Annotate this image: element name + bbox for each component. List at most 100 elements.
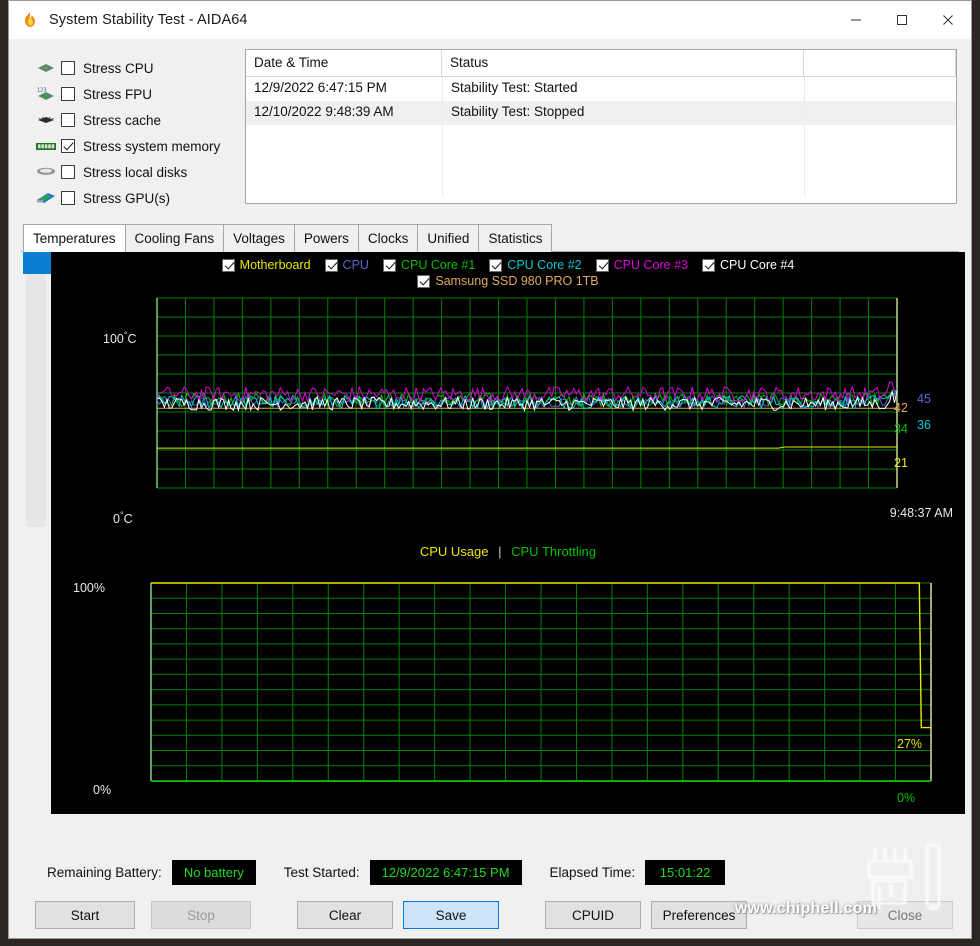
temp-value-ssd: 42 (894, 401, 908, 415)
tab-powers[interactable]: Powers (293, 224, 359, 252)
legend-checkbox-cpu-core-1[interactable] (382, 258, 396, 272)
tab-unified[interactable]: Unified (417, 224, 480, 252)
log-row-spacer (804, 101, 956, 125)
legend-label-samsung-ssd: Samsung SSD 980 PRO 1TB (435, 274, 599, 288)
temp-value-core2: 36 (917, 418, 931, 432)
table-row[interactable] (246, 173, 956, 197)
legend-item-cpu-core-1[interactable]: CPU Core #1 (382, 258, 476, 272)
usage-legend-label[interactable]: CPU Usage (420, 544, 489, 559)
log-row-datetime (246, 149, 442, 173)
save-button[interactable]: Save (403, 901, 499, 929)
maximize-button[interactable] (879, 1, 925, 39)
stress-option-cpu[interactable]: Stress CPU (35, 55, 239, 81)
stress-memory-label: Stress system memory (83, 138, 221, 154)
legend-label-cpu-core-2: CPU Core #2 (507, 258, 582, 272)
stress-memory-checkbox[interactable] (61, 139, 75, 153)
memory-module-icon (35, 139, 61, 153)
scrollbar-thumb[interactable] (23, 252, 51, 274)
log-row-spacer (804, 149, 956, 173)
stress-option-cache[interactable]: Stress cache (35, 107, 239, 133)
temp-y-axis-bottom-label: 0°C (113, 510, 133, 527)
legend-checkbox-samsung-ssd[interactable] (417, 274, 431, 288)
log-row-status: Stability Test: Stopped (442, 101, 804, 125)
usage-y-axis-bottom-label: 0% (93, 783, 112, 797)
flame-icon (21, 11, 39, 29)
stress-cpu-checkbox[interactable] (61, 61, 75, 75)
log-row-datetime: 12/9/2022 6:47:15 PM (254, 80, 387, 95)
throttling-legend-label[interactable]: CPU Throttling (511, 544, 596, 559)
title-bar: System Stability Test - AIDA64 (9, 1, 971, 39)
stress-cache-checkbox[interactable] (61, 113, 75, 127)
chiphell-watermark: www.chiphell.com (734, 900, 877, 917)
log-row-datetime: 12/10/2022 9:48:39 AM (254, 104, 394, 119)
table-row[interactable] (246, 149, 956, 173)
log-col-datetime[interactable]: Date & Time (246, 50, 442, 77)
stop-button: Stop (151, 901, 251, 929)
stress-option-memory[interactable]: Stress system memory (35, 133, 239, 159)
legend-item-cpu-core-2[interactable]: CPU Core #2 (489, 258, 582, 272)
tab-clocks[interactable]: Clocks (357, 224, 419, 252)
usage-value-throttling: 0% (897, 791, 916, 805)
stress-cache-label: Stress cache (83, 112, 162, 128)
legend-checkbox-cpu[interactable] (324, 258, 338, 272)
legend-item-cpu-core-4[interactable]: CPU Core #4 (701, 258, 795, 272)
tab-voltages[interactable]: Voltages (223, 224, 295, 252)
log-row-spacer (804, 77, 956, 101)
log-col-status[interactable]: Status (442, 50, 804, 77)
legend-label-cpu-core-1: CPU Core #1 (400, 258, 476, 272)
legend-item-motherboard[interactable]: Motherboard (221, 258, 311, 272)
tab-cooling-fans[interactable]: Cooling Fans (124, 224, 225, 252)
cache-chip-icon (35, 113, 61, 127)
vertical-scrollbar[interactable] (23, 252, 51, 528)
temperature-plot-area: 100°°CC 0°C 42 45 34 36 (51, 288, 965, 538)
status-bar: Remaining Battery: No battery Test Start… (21, 852, 959, 892)
cpuid-button[interactable]: CPUID (545, 901, 641, 929)
log-row-datetime (246, 173, 442, 197)
battery-value: No battery (171, 859, 256, 885)
legend-checkbox-cpu-core-2[interactable] (489, 258, 503, 272)
minimize-button[interactable] (833, 1, 879, 39)
usage-plot-area: 100% 0% 27% 0% (51, 559, 965, 807)
usage-y-axis-top-label: 100% (73, 581, 105, 595)
log-row-datetime (246, 125, 442, 149)
stress-option-disks[interactable]: Stress local disks (35, 159, 239, 185)
stress-fpu-checkbox[interactable] (61, 87, 75, 101)
legend-checkbox-motherboard[interactable] (221, 258, 235, 272)
legend-item-cpu[interactable]: CPU (324, 258, 369, 272)
legend-item-samsung-ssd[interactable]: Samsung SSD 980 PRO 1TB (417, 274, 599, 288)
stress-option-fpu[interactable]: 123 Stress FPU (35, 81, 239, 107)
table-row[interactable] (246, 125, 956, 149)
temp-y-axis-top-label: 100°°CC (103, 330, 137, 347)
temperature-plot-svg (51, 288, 965, 538)
legend-checkbox-cpu-core-4[interactable] (701, 258, 715, 272)
clear-button[interactable]: Clear (297, 901, 393, 929)
close-button[interactable]: Close (857, 901, 953, 929)
start-button[interactable]: Start (35, 901, 135, 929)
chart-scroll-column (21, 252, 51, 848)
charts-panel: Motherboard CPU CPU Core #1 CPU Core #2 … (21, 252, 965, 848)
stress-fpu-label: Stress FPU (83, 86, 153, 102)
log-row-status (442, 173, 804, 197)
preferences-button[interactable]: Preferences (651, 901, 747, 929)
test-started-label: Test Started: (283, 864, 360, 880)
tab-statistics[interactable]: Statistics (478, 224, 553, 252)
stress-disks-checkbox[interactable] (61, 165, 75, 179)
table-row[interactable]: 12/10/2022 9:48:39 AM Stability Test: St… (246, 101, 956, 125)
status-log-table[interactable]: Date & Time Status 12/9/2022 6:47:15 PM … (245, 49, 957, 204)
battery-label: Remaining Battery: (47, 864, 162, 880)
tab-temperatures[interactable]: Temperatures (23, 224, 126, 252)
tab-bar: Temperatures Cooling Fans Voltages Power… (21, 223, 959, 252)
window-title: System Stability Test - AIDA64 (49, 12, 248, 28)
stress-option-gpu[interactable]: Stress GPU(s) (35, 185, 239, 211)
temperature-legend-row-2: Samsung SSD 980 PRO 1TB (51, 272, 965, 288)
legend-item-cpu-core-3[interactable]: CPU Core #3 (595, 258, 688, 272)
legend-label-cpu: CPU (342, 258, 369, 272)
close-window-button[interactable] (925, 1, 971, 39)
legend-label-cpu-core-4: CPU Core #4 (719, 258, 795, 272)
stress-gpu-checkbox[interactable] (61, 191, 75, 205)
cpu-usage-chart: CPU Usage | CPU Throttling 100% 0% 27% 0… (51, 536, 965, 814)
legend-checkbox-cpu-core-3[interactable] (595, 258, 609, 272)
table-row[interactable]: 12/9/2022 6:47:15 PM Stability Test: Sta… (246, 77, 956, 101)
stress-options-list: Stress CPU 123 Stress FPU Stress cache S… (21, 49, 239, 211)
usage-plot-svg (51, 559, 965, 807)
